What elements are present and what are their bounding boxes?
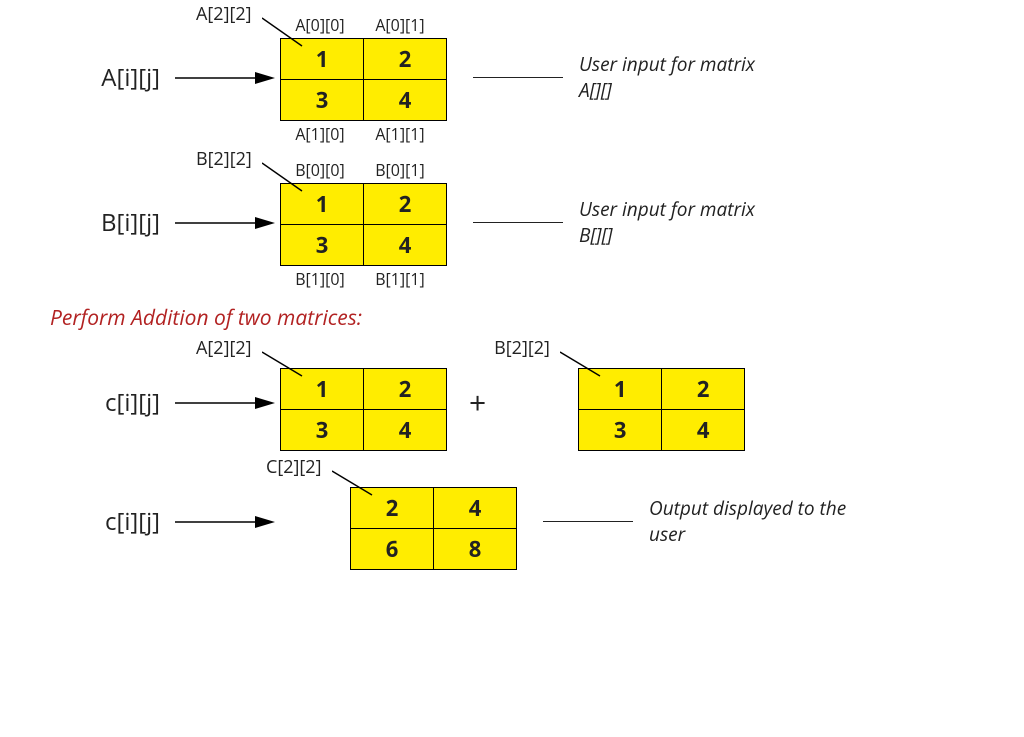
matrix-b-top-labels: B[0][0] B[0][1] xyxy=(280,159,440,181)
matrix-b-desc: User input for matrix B[][] xyxy=(579,197,779,248)
matrix-b-row: B[i][j] B[2][2] B[0][0] B[0][1] 12 34 B[… xyxy=(20,155,1004,290)
arrow-icon xyxy=(170,502,280,542)
matrix-b-table: 12 34 xyxy=(280,183,447,266)
matrix-a-desc: User input for matrix A[][] xyxy=(579,52,779,103)
cell: 3 xyxy=(281,410,364,451)
result-block: C[2][2] 24 68 xyxy=(350,467,517,576)
addition-row: c[i][j] A[2][2] 12 34 + B[2][2] 12 34 xyxy=(20,348,1004,457)
result-row: c[i][j] C[2][2] 24 68 Output displayed t… xyxy=(20,467,1004,576)
arrow-icon xyxy=(170,58,280,98)
cell: 3 xyxy=(579,410,662,451)
matrix-a-var: A[i][j] xyxy=(20,61,170,94)
result-dim: C[2][2] xyxy=(266,455,321,479)
add-right-table: 12 34 xyxy=(578,368,745,451)
matrix-b-bottom-labels: B[1][0] B[1][1] xyxy=(280,268,440,290)
add-left-block: A[2][2] 12 34 xyxy=(280,348,447,457)
add-left-table: 12 34 xyxy=(280,368,447,451)
idx-label: A[0][1] xyxy=(360,14,440,36)
result-var: c[i][j] xyxy=(20,505,170,538)
cell: 4 xyxy=(662,410,745,451)
idx-label: A[1][1] xyxy=(360,123,440,145)
matrix-b-dim: B[2][2] xyxy=(196,147,252,171)
leader-line xyxy=(262,350,312,380)
idx-label: A[1][0] xyxy=(280,123,360,145)
idx-label: B[1][0] xyxy=(280,268,360,290)
add-left-dim: A[2][2] xyxy=(196,336,252,360)
matrix-a-top-labels: A[0][0] A[0][1] xyxy=(280,14,440,36)
plus-symbol: + xyxy=(447,382,508,423)
matrix-a-dim: A[2][2] xyxy=(196,2,252,26)
idx-label: B[1][1] xyxy=(360,268,440,290)
leader-line xyxy=(560,350,610,380)
arrow-icon xyxy=(170,383,280,423)
idx-label: B[0][0] xyxy=(280,159,360,181)
leader-line xyxy=(543,521,633,522)
cell: 2 xyxy=(364,39,447,80)
matrix-a-table: 12 34 xyxy=(280,38,447,121)
matrix-b-var: B[i][j] xyxy=(20,206,170,239)
cell: 2 xyxy=(364,184,447,225)
cell: 4 xyxy=(364,410,447,451)
matrix-b-block: B[2][2] B[0][0] B[0][1] 12 34 B[1][0] B[… xyxy=(280,155,447,290)
cell: 2 xyxy=(662,369,745,410)
cell: 4 xyxy=(364,80,447,121)
leader-line xyxy=(332,469,382,499)
add-right-dim: B[2][2] xyxy=(494,336,550,360)
matrix-a-bottom-labels: A[1][0] A[1][1] xyxy=(280,123,440,145)
leader-line xyxy=(473,222,563,223)
matrix-a-row: A[i][j] A[2][2] A[0][0] A[0][1] 12 34 A[… xyxy=(20,10,1004,145)
cell: 4 xyxy=(434,488,517,529)
cell: 3 xyxy=(281,225,364,266)
idx-label: B[0][1] xyxy=(360,159,440,181)
result-var: c[i][j] xyxy=(20,386,170,419)
matrix-a-block: A[2][2] A[0][0] A[0][1] 12 34 A[1][0] A[… xyxy=(280,10,447,145)
section-heading: Perform Addition of two matrices: xyxy=(50,304,1004,332)
result-table: 24 68 xyxy=(350,487,517,570)
cell: 8 xyxy=(434,529,517,570)
add-right-block: B[2][2] 12 34 xyxy=(578,348,745,457)
cell: 6 xyxy=(351,529,434,570)
arrow-icon xyxy=(170,203,280,243)
cell: 4 xyxy=(364,225,447,266)
cell: 2 xyxy=(364,369,447,410)
idx-label: A[0][0] xyxy=(280,14,360,36)
cell: 3 xyxy=(281,80,364,121)
result-desc: Output displayed to the user xyxy=(649,496,849,547)
leader-line xyxy=(473,77,563,78)
